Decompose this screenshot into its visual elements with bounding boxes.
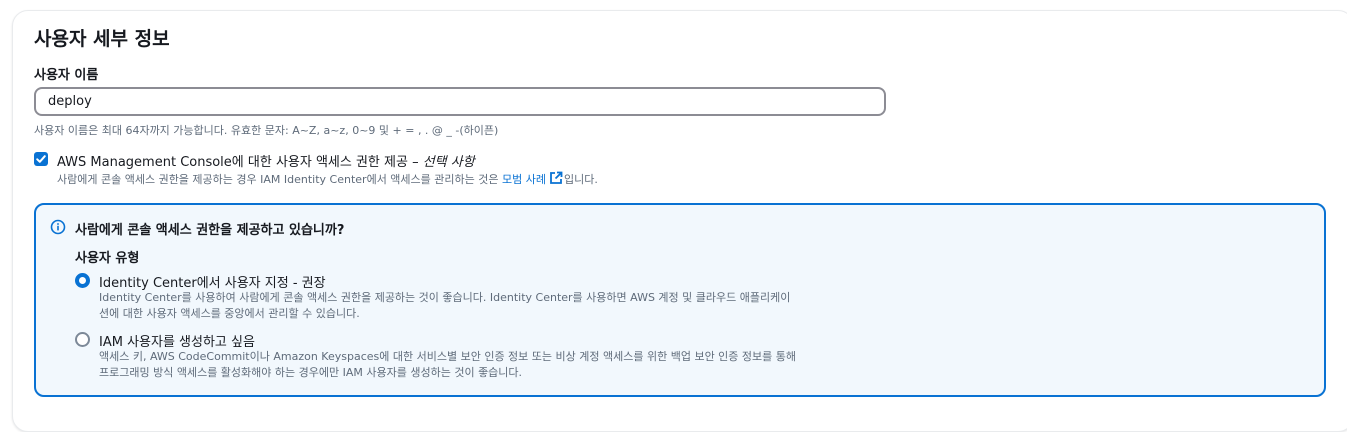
external-link-icon[interactable]	[549, 171, 563, 188]
console-access-label-main: AWS Management Console에 대한 사용자 액세스 권한 제공…	[57, 155, 423, 170]
console-access-label[interactable]: AWS Management Console에 대한 사용자 액세스 권한 제공…	[57, 151, 475, 170]
section-title: 사용자 세부 정보	[34, 28, 170, 50]
option-iam-user-desc: 액세스 키, AWS CodeCommit이나 Amazon Keyspaces…	[99, 349, 796, 381]
alert-title: 사람에게 콘솔 액세스 권한을 제공하고 있습니까?	[75, 223, 345, 238]
option-iam-user-label[interactable]: IAM 사용자를 생성하고 싶음	[99, 331, 255, 350]
radio-iam-user[interactable]	[75, 332, 90, 347]
option-iam-user-desc-line1: 액세스 키, AWS CodeCommit이나 Amazon Keyspaces…	[99, 350, 797, 363]
username-hint: 사용자 이름은 최대 64자까지 가능합니다. 유효한 문자: A~Z, a~z…	[34, 124, 499, 137]
username-input[interactable]	[34, 87, 886, 116]
option-identity-center-label[interactable]: Identity Center에서 사용자 지정 - 권장	[99, 272, 326, 291]
console-access-checkbox[interactable]	[34, 152, 48, 166]
info-icon	[50, 219, 66, 235]
username-label: 사용자 이름	[34, 68, 99, 83]
console-access-desc-suffix: 입니다.	[563, 173, 598, 186]
console-access-desc-text: 사람에게 콘솔 액세스 권한을 제공하는 경우 IAM Identity Cen…	[57, 173, 502, 186]
checkbox-checked-icon	[36, 155, 46, 163]
user-type-label: 사용자 유형	[75, 251, 140, 266]
option-iam-user-desc-line2: 프로그래밍 방식 액세스를 활성화해야 하는 경우에만 IAM 사용자를 생성하…	[99, 366, 523, 379]
option-identity-center-desc: Identity Center를 사용하여 사람에게 콘솔 액세스 권한을 제공…	[99, 290, 790, 322]
option-identity-center-desc-line2: 션에 대한 사용자 액세스를 중앙에서 관리할 수 있습니다.	[99, 307, 360, 320]
option-identity-center-desc-line1: Identity Center를 사용하여 사람에게 콘솔 액세스 권한을 제공…	[99, 291, 791, 304]
console-access-description: 사람에게 콘솔 액세스 권한을 제공하는 경우 IAM Identity Cen…	[57, 171, 598, 188]
best-practice-link[interactable]: 모범 사례	[502, 173, 546, 186]
radio-identity-center[interactable]	[75, 273, 90, 288]
optional-tag: 선택 사항	[422, 155, 475, 170]
